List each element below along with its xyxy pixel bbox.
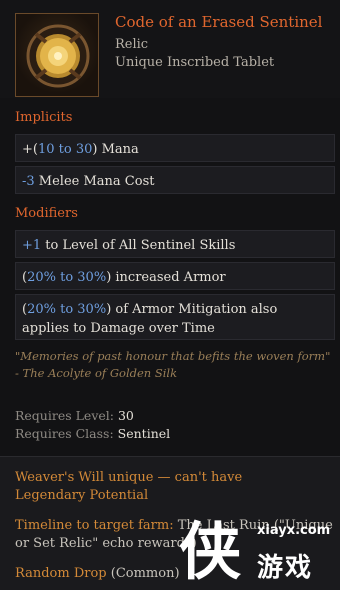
requires-class-value: Sentinel: [117, 426, 171, 441]
affix-suffix: ) increased Armor: [106, 270, 226, 285]
requires-level-label: Requires Level:: [15, 408, 114, 423]
item-type: Unique Inscribed Tablet: [115, 55, 275, 70]
watermark-glyph: 侠: [179, 515, 242, 588]
requires-class: Requires Class: Sentinel: [15, 426, 170, 441]
requires-class-label: Requires Class:: [15, 426, 114, 441]
item-tooltip: Code of an Erased Sentinel Relic Unique …: [0, 0, 340, 590]
watermark-site: xiayx.com: [257, 523, 331, 538]
item-rarity: Relic: [115, 37, 149, 52]
drop-value: (Common): [110, 566, 180, 581]
tooltip-header: Code of an Erased Sentinel Relic Unique …: [0, 0, 340, 98]
modifier-increased-armor: (20% to 30%) increased Armor: [15, 262, 335, 290]
watermark-word: 游戏: [257, 553, 314, 583]
affix-prefix: +(: [22, 142, 38, 157]
random-drop: Random Drop (Common): [15, 565, 180, 583]
drop-label: Random Drop: [15, 566, 107, 581]
affix-text: to Level of All Sentinel Skills: [41, 238, 236, 253]
affix-range: 10 to 30: [37, 142, 93, 157]
weaver-note: Weaver's Will unique — can't have Legend…: [15, 470, 243, 503]
implicit-mana: +(10 to 30) Mana: [15, 134, 335, 162]
golden-tablet-icon: [15, 13, 99, 97]
modifier-armor-mitigation-dot: (20% to 30%) of Armor Mitigation also ap…: [15, 294, 335, 340]
implicit-melee-mana-cost: -3 Melee Mana Cost: [15, 166, 335, 194]
modifier-sentinel-skills: +1 to Level of All Sentinel Skills: [15, 230, 335, 258]
site-watermark: 侠 xiayx.com 游戏: [175, 515, 340, 590]
lore-quote: "Memories of past honour that befits the…: [15, 349, 331, 363]
modifiers-title: Modifiers: [15, 206, 78, 221]
affix-value: -3: [22, 174, 35, 189]
requires-level: Requires Level: 30: [15, 408, 134, 423]
lore-author: - The Acolyte of Golden Silk: [15, 366, 178, 380]
item-name: Code of an Erased Sentinel: [115, 13, 323, 31]
affix-range: 20% to 30%: [27, 302, 107, 317]
affix-value: +1: [22, 238, 42, 253]
affix-text: Melee Mana Cost: [34, 174, 155, 189]
implicits-title: Implicits: [15, 110, 73, 125]
requires-level-value: 30: [117, 408, 134, 423]
timeline-label: Timeline to target farm:: [15, 518, 174, 533]
lore-text: "Memories of past honour that befits the…: [15, 348, 340, 382]
affix-range: 20% to 30%: [27, 270, 107, 285]
affix-suffix: ) Mana: [92, 142, 139, 157]
